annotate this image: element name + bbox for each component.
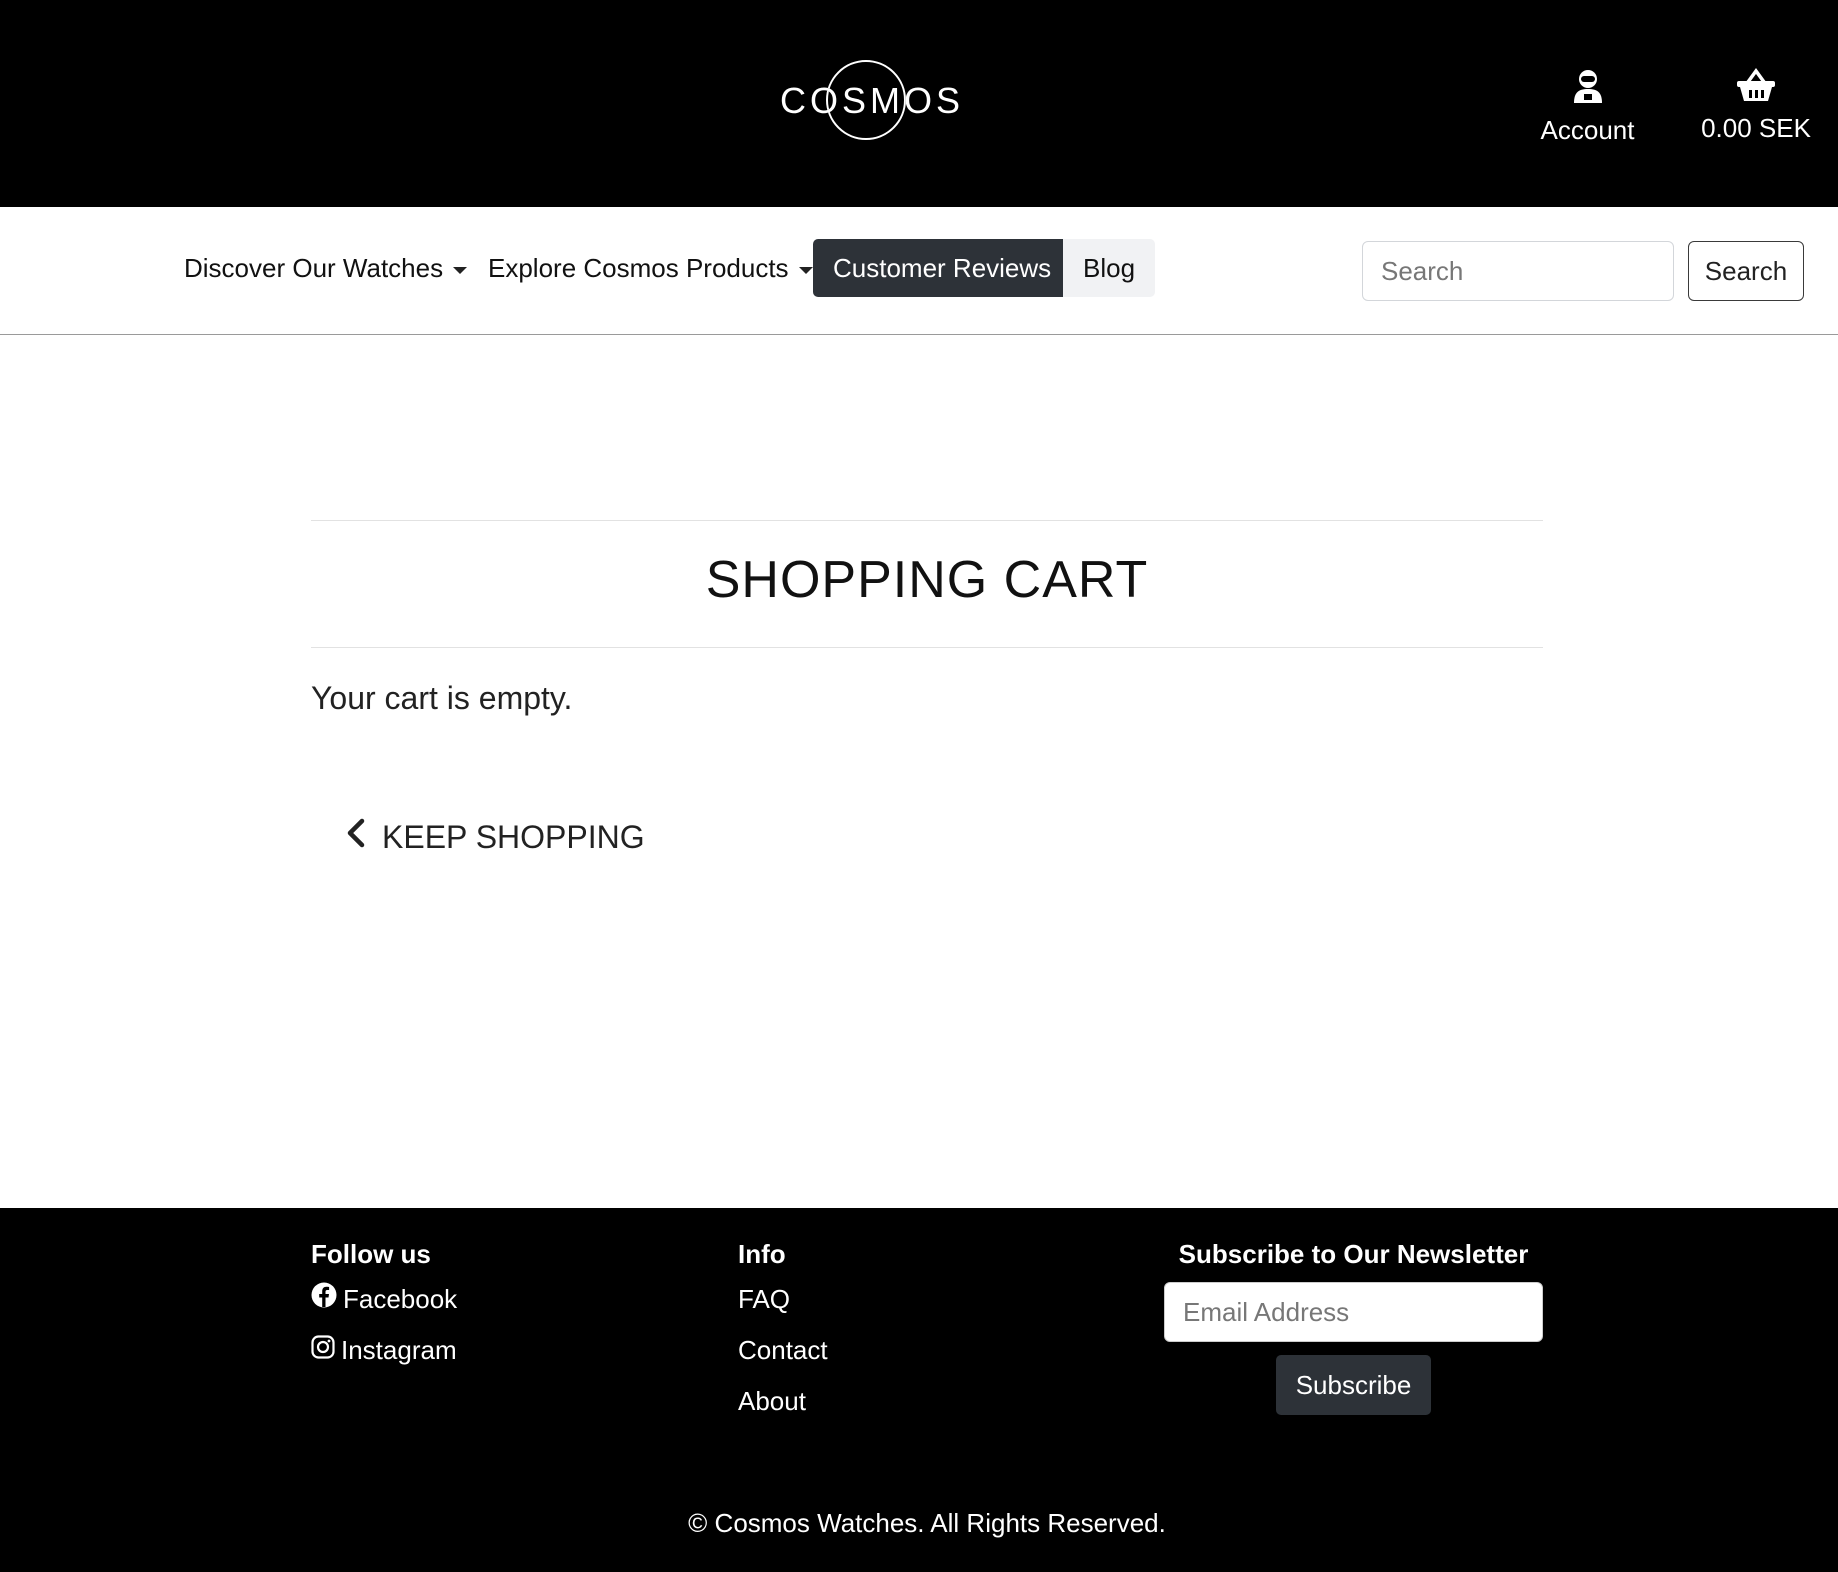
facebook-link[interactable]: Facebook [311, 1274, 457, 1325]
footer-newsletter-column: Subscribe to Our Newsletter Subscribe [1164, 1234, 1543, 1415]
faq-link[interactable]: FAQ [738, 1274, 828, 1325]
cart-total: 0.00 SEK [1701, 113, 1811, 143]
divider [311, 647, 1543, 648]
user-icon [1530, 68, 1645, 109]
facebook-label: Facebook [343, 1284, 458, 1314]
keep-shopping-link[interactable]: KEEP SHOPPING [346, 812, 645, 862]
account-label: Account [1540, 115, 1635, 145]
newsletter-email-input[interactable] [1164, 1282, 1543, 1342]
instagram-link[interactable]: Instagram [311, 1325, 457, 1376]
logo-text: COSMOS [780, 80, 965, 121]
cart-link[interactable]: 0.00 SEK [1690, 68, 1822, 144]
subscribe-button[interactable]: Subscribe [1275, 1355, 1432, 1415]
chevron-left-icon [346, 818, 366, 856]
page-title: SHOPPING CART [705, 551, 1149, 609]
search-input[interactable] [1362, 241, 1674, 301]
facebook-icon [311, 1274, 337, 1325]
caret-down-icon [453, 266, 468, 274]
nav-blog[interactable]: Blog [1063, 239, 1156, 297]
contact-link[interactable]: Contact [738, 1325, 828, 1376]
page: COSMOS Account 0.00 SEK Discover Our Wat… [0, 0, 1838, 1572]
nav-explore-label: Explore Cosmos Products [488, 253, 789, 283]
account-link[interactable]: Account [1530, 68, 1645, 146]
search-button[interactable]: Search [1688, 241, 1804, 301]
cart-empty-message: Your cart is empty. [311, 680, 573, 716]
instagram-label: Instagram [341, 1335, 457, 1365]
top-header: COSMOS Account 0.00 SEK [0, 0, 1838, 207]
keep-shopping-label: KEEP SHOPPING [382, 818, 645, 855]
info-heading: Info [738, 1239, 786, 1269]
about-link[interactable]: About [738, 1376, 828, 1427]
footer-info-column: Info FAQ Contact About [738, 1234, 828, 1427]
nav-explore-products[interactable]: Explore Cosmos Products [470, 239, 831, 297]
newsletter-heading: Subscribe to Our Newsletter [1178, 1239, 1529, 1269]
footer-follow-column: Follow us Facebook Instagram [311, 1234, 457, 1376]
nav-discover-label: Discover Our Watches [184, 253, 444, 283]
basket-icon [1690, 68, 1822, 107]
nav-customer-reviews[interactable]: Customer Reviews [813, 239, 1072, 297]
follow-heading: Follow us [311, 1239, 431, 1269]
copyright-text: © Cosmos Watches. All Rights Reserved. [688, 1508, 1166, 1538]
cart-section: SHOPPING CART Your cart is empty. [311, 520, 1543, 717]
main-navbar: Discover Our Watches Explore Cosmos Prod… [0, 207, 1838, 335]
footer: Follow us Facebook Instagram Info FAQ Co… [0, 1208, 1838, 1572]
caret-down-icon [798, 266, 813, 274]
nav-discover-watches[interactable]: Discover Our Watches [166, 239, 485, 297]
instagram-icon [311, 1325, 335, 1376]
cosmos-logo[interactable]: COSMOS [780, 56, 965, 146]
